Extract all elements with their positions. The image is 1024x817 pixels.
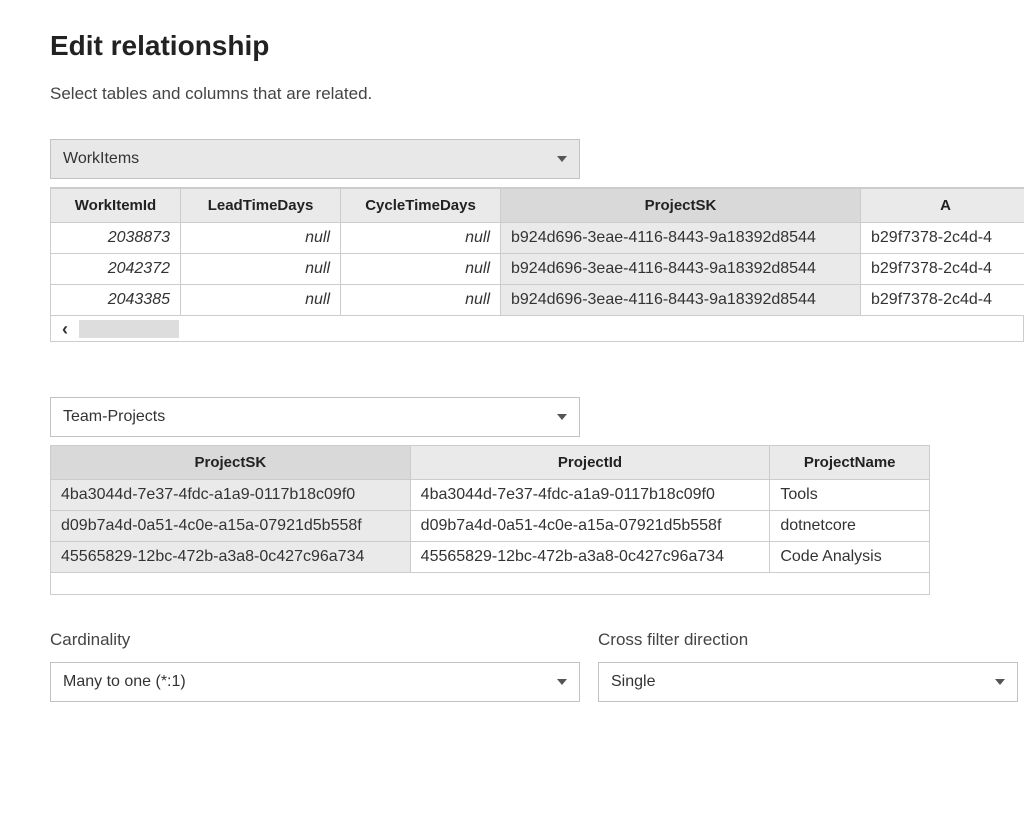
horizontal-scrollbar[interactable]: ‹ — [50, 316, 1024, 342]
table-row[interactable]: 4ba3044d-7e37-4fdc-a1a9-0117b18c09f0 4ba… — [51, 480, 930, 511]
table1-col-cycletimedays[interactable]: CycleTimeDays — [341, 189, 501, 223]
cell: null — [341, 223, 501, 254]
page-title: Edit relationship — [50, 30, 1024, 62]
cardinality-value: Many to one (*:1) — [63, 673, 186, 691]
cell: d09b7a4d-0a51-4c0e-a15a-07921d5b558f — [51, 511, 411, 542]
cell: dotnetcore — [770, 511, 930, 542]
table2-col-projectid[interactable]: ProjectId — [410, 446, 770, 480]
crossfilter-select[interactable]: Single — [598, 662, 1018, 702]
spacer-row — [51, 573, 930, 595]
table1-col-a[interactable]: A — [861, 189, 1024, 223]
cell: 2038873 — [51, 223, 181, 254]
scroll-thumb[interactable] — [79, 320, 179, 338]
table-row[interactable]: 2038873 null null b924d696-3eae-4116-844… — [51, 223, 1024, 254]
cell: b29f7378-2c4d-4 — [861, 254, 1024, 285]
table1-col-projectsk[interactable]: ProjectSK — [501, 189, 861, 223]
crossfilter-label: Cross filter direction — [598, 630, 1018, 650]
page-subtitle: Select tables and columns that are relat… — [50, 84, 1024, 104]
cell: b924d696-3eae-4116-8443-9a18392d8544 — [501, 254, 861, 285]
chevron-down-icon — [557, 414, 567, 420]
table1-col-leadtimedays[interactable]: LeadTimeDays — [181, 189, 341, 223]
cell: 45565829-12bc-472b-a3a8-0c427c96a734 — [51, 542, 411, 573]
table1-select[interactable]: WorkItems — [50, 139, 580, 179]
cell: null — [181, 254, 341, 285]
cell: d09b7a4d-0a51-4c0e-a15a-07921d5b558f — [410, 511, 770, 542]
cell: 4ba3044d-7e37-4fdc-a1a9-0117b18c09f0 — [410, 480, 770, 511]
cell: null — [181, 285, 341, 316]
cell: null — [181, 223, 341, 254]
cell: 4ba3044d-7e37-4fdc-a1a9-0117b18c09f0 — [51, 480, 411, 511]
table1-col-workitemid[interactable]: WorkItemId — [51, 189, 181, 223]
chevron-down-icon — [557, 156, 567, 162]
table-row[interactable]: 2043385 null null b924d696-3eae-4116-844… — [51, 285, 1024, 316]
cell: b924d696-3eae-4116-8443-9a18392d8544 — [501, 223, 861, 254]
scroll-left-icon[interactable]: ‹ — [51, 320, 79, 338]
cell: b29f7378-2c4d-4 — [861, 223, 1024, 254]
table-row[interactable]: d09b7a4d-0a51-4c0e-a15a-07921d5b558f d09… — [51, 511, 930, 542]
cell: Tools — [770, 480, 930, 511]
table1-select-value: WorkItems — [63, 150, 139, 168]
chevron-down-icon — [995, 679, 1005, 685]
table-row[interactable]: 2042372 null null b924d696-3eae-4116-844… — [51, 254, 1024, 285]
table2-preview: ProjectSK ProjectId ProjectName 4ba3044d… — [50, 445, 1024, 595]
table1-preview: WorkItemId LeadTimeDays CycleTimeDays Pr… — [50, 187, 1024, 342]
table2-select-value: Team-Projects — [63, 408, 165, 426]
cell: 2042372 — [51, 254, 181, 285]
cardinality-label: Cardinality — [50, 630, 580, 650]
crossfilter-value: Single — [611, 673, 655, 691]
cell: null — [341, 285, 501, 316]
table-row[interactable]: 45565829-12bc-472b-a3a8-0c427c96a734 455… — [51, 542, 930, 573]
cell: null — [341, 254, 501, 285]
table2-select[interactable]: Team-Projects — [50, 397, 580, 437]
cell: 2043385 — [51, 285, 181, 316]
table2-col-projectsk[interactable]: ProjectSK — [51, 446, 411, 480]
cardinality-select[interactable]: Many to one (*:1) — [50, 662, 580, 702]
cell: Code Analysis — [770, 542, 930, 573]
table2-col-projectname[interactable]: ProjectName — [770, 446, 930, 480]
chevron-down-icon — [557, 679, 567, 685]
cell: b29f7378-2c4d-4 — [861, 285, 1024, 316]
cell: b924d696-3eae-4116-8443-9a18392d8544 — [501, 285, 861, 316]
cell: 45565829-12bc-472b-a3a8-0c427c96a734 — [410, 542, 770, 573]
